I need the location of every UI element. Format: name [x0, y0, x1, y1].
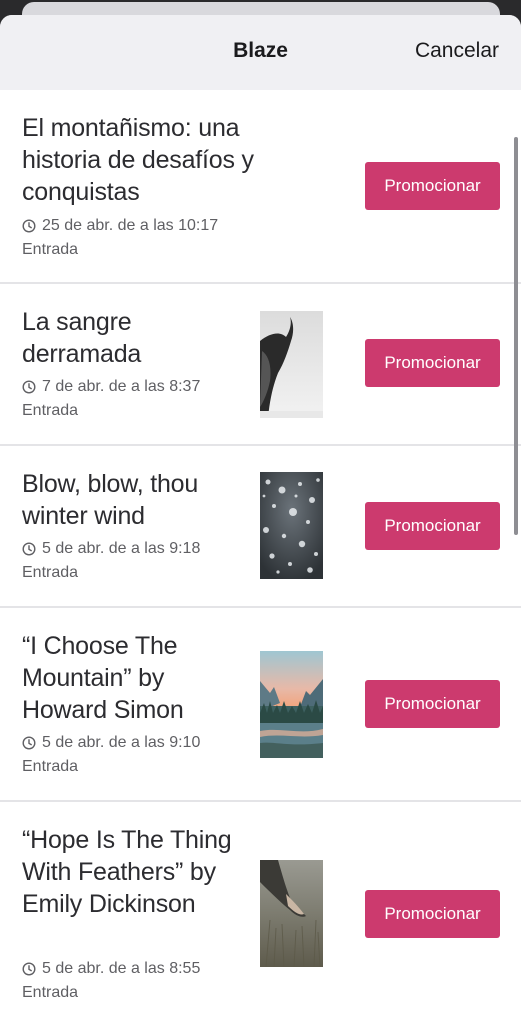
- post-date: 5 de abr. de a las 9:18: [22, 539, 200, 559]
- clock-icon: [22, 542, 36, 556]
- promote-button[interactable]: Promocionar: [365, 162, 500, 210]
- post-date-text: 7 de abr. de a las 8:37: [42, 378, 201, 395]
- post-date: 5 de abr. de a las 8:55: [22, 959, 200, 979]
- list-item: “Hope Is The Thing With Feathers” by Emi…: [0, 802, 521, 1024]
- promote-button[interactable]: Promocionar: [365, 890, 500, 938]
- post-thumbnail: [260, 860, 323, 967]
- post-type: Entrada: [22, 984, 79, 1001]
- clock-icon: [22, 219, 36, 233]
- post-thumbnail: [260, 651, 323, 758]
- bison-image: [260, 311, 323, 418]
- post-list: El montañismo: una historia de desafíos …: [0, 90, 521, 1024]
- promote-button[interactable]: Promocionar: [365, 680, 500, 728]
- post-thumbnail: [260, 472, 323, 579]
- list-item: Blow, blow, thou winter wind 5 de abr. d…: [0, 446, 521, 608]
- list-item: La sangre derramada 7 de abr. de a las 8…: [0, 284, 521, 446]
- post-type: Entrada: [22, 564, 79, 581]
- clock-icon: [22, 380, 36, 394]
- post-date-text: 25 de abr. de a las 10:17: [42, 217, 219, 234]
- post-date-text: 5 de abr. de a las 9:18: [42, 540, 201, 557]
- hand-in-grass-image: [260, 860, 323, 967]
- post-title: “I Choose The Mountain” by Howard Simon: [22, 632, 184, 724]
- post-type: Entrada: [22, 241, 79, 258]
- post-date-text: 5 de abr. de a las 8:55: [42, 960, 201, 977]
- list-item: El montañismo: una historia de desafíos …: [0, 90, 521, 284]
- post-date: 5 de abr. de a las 9:10: [22, 733, 200, 753]
- cancel-button[interactable]: Cancelar: [415, 39, 499, 63]
- navigation-bar: Blaze Cancelar: [0, 15, 521, 90]
- post-title: Blow, blow, thou winter wind: [22, 470, 199, 530]
- scrollbar[interactable]: [514, 137, 518, 535]
- clock-icon: [22, 736, 36, 750]
- post-type: Entrada: [22, 758, 79, 775]
- promote-button[interactable]: Promocionar: [365, 502, 500, 550]
- list-item: “I Choose The Mountain” by Howard Simon …: [0, 608, 521, 802]
- post-date-text: 5 de abr. de a las 9:10: [42, 734, 201, 751]
- post-date: 25 de abr. de a las 10:17: [22, 216, 218, 236]
- promote-button[interactable]: Promocionar: [365, 339, 500, 387]
- post-thumbnail: [260, 311, 323, 418]
- post-date: 7 de abr. de a las 8:37: [22, 377, 200, 397]
- post-type: Entrada: [22, 402, 79, 419]
- post-title: “Hope Is The Thing With Feathers” by Emi…: [22, 826, 232, 918]
- mountain-lake-image: [260, 651, 323, 758]
- post-title: El montañismo: una historia de desafíos …: [22, 114, 254, 206]
- clock-icon: [22, 962, 36, 976]
- post-title: La sangre derramada: [22, 308, 142, 368]
- blaze-sheet: Blaze Cancelar El montañismo: una histor…: [0, 15, 521, 1024]
- snowfall-image: [260, 472, 323, 579]
